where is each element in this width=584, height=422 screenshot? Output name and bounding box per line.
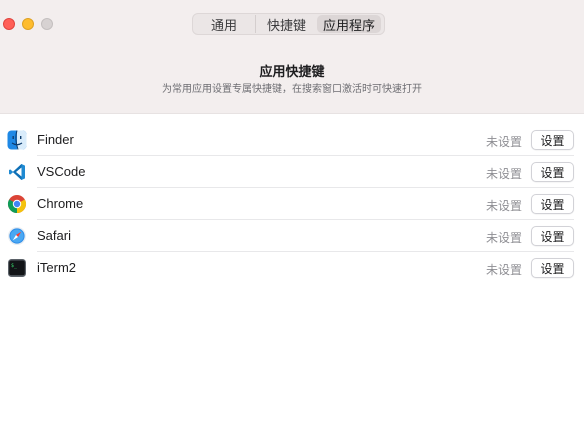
app-row-iterm2: $_ iTerm2 未设置 设置 bbox=[0, 252, 584, 284]
tab-general[interactable]: 通用 bbox=[193, 15, 255, 33]
shortcut-status: 未设置 bbox=[485, 231, 522, 245]
section-title: 应用快捷键 bbox=[259, 64, 325, 79]
set-shortcut-button[interactable]: 设置 bbox=[531, 162, 574, 182]
settings-tabs: 通用 快捷键 应用程序 bbox=[192, 13, 385, 35]
app-row-vscode: VSCode 未设置 设置 bbox=[0, 156, 584, 188]
shortcut-status: 未设置 bbox=[485, 263, 522, 277]
set-shortcut-button[interactable]: 设置 bbox=[531, 130, 574, 150]
section-subtitle: 为常用应用设置专属快捷键，在搜索窗口激活时可快速打开 bbox=[162, 84, 422, 95]
tab-applications[interactable]: 应用程序 bbox=[317, 15, 381, 33]
set-shortcut-button[interactable]: 设置 bbox=[531, 226, 574, 246]
app-row-finder: Finder 未设置 设置 bbox=[0, 124, 584, 156]
app-row-safari: Safari 未设置 设置 bbox=[0, 220, 584, 252]
iterm2-icon: $_ bbox=[8, 259, 26, 277]
set-shortcut-button[interactable]: 设置 bbox=[531, 194, 574, 214]
shortcut-status: 未设置 bbox=[485, 199, 522, 213]
shortcut-status: 未设置 bbox=[485, 135, 522, 149]
vscode-icon bbox=[9, 164, 25, 180]
shortcut-status: 未设置 bbox=[485, 167, 522, 181]
app-name: VSCode bbox=[37, 164, 86, 179]
zoom-window-button[interactable] bbox=[41, 18, 53, 30]
app-name: Safari bbox=[37, 228, 71, 243]
safari-icon bbox=[8, 227, 26, 245]
set-shortcut-button[interactable]: 设置 bbox=[531, 258, 574, 278]
finder-icon bbox=[7, 130, 27, 150]
section-header: 应用快捷键 为常用应用设置专属快捷键，在搜索窗口激活时可快速打开 bbox=[0, 44, 584, 114]
settings-window: 通用 快捷键 应用程序 应用快捷键 为常用应用设置专属快捷键，在搜索窗口激活时可… bbox=[0, 0, 584, 422]
app-row-chrome: Chrome 未设置 设置 bbox=[0, 188, 584, 220]
chrome-icon bbox=[7, 195, 27, 213]
minimize-window-button[interactable] bbox=[22, 18, 34, 30]
app-name: iTerm2 bbox=[37, 260, 77, 275]
app-shortcut-list: Finder 未设置 设置 VSCode 未设置 设置 Chrome 未设置 设… bbox=[0, 124, 584, 284]
app-name: Chrome bbox=[37, 196, 84, 211]
tab-shortcuts[interactable]: 快捷键 bbox=[255, 15, 317, 33]
svg-text:$_: $_ bbox=[11, 263, 18, 269]
titlebar: 通用 快捷键 应用程序 bbox=[0, 0, 584, 44]
close-window-button[interactable] bbox=[3, 18, 15, 30]
app-name: Finder bbox=[37, 132, 74, 147]
